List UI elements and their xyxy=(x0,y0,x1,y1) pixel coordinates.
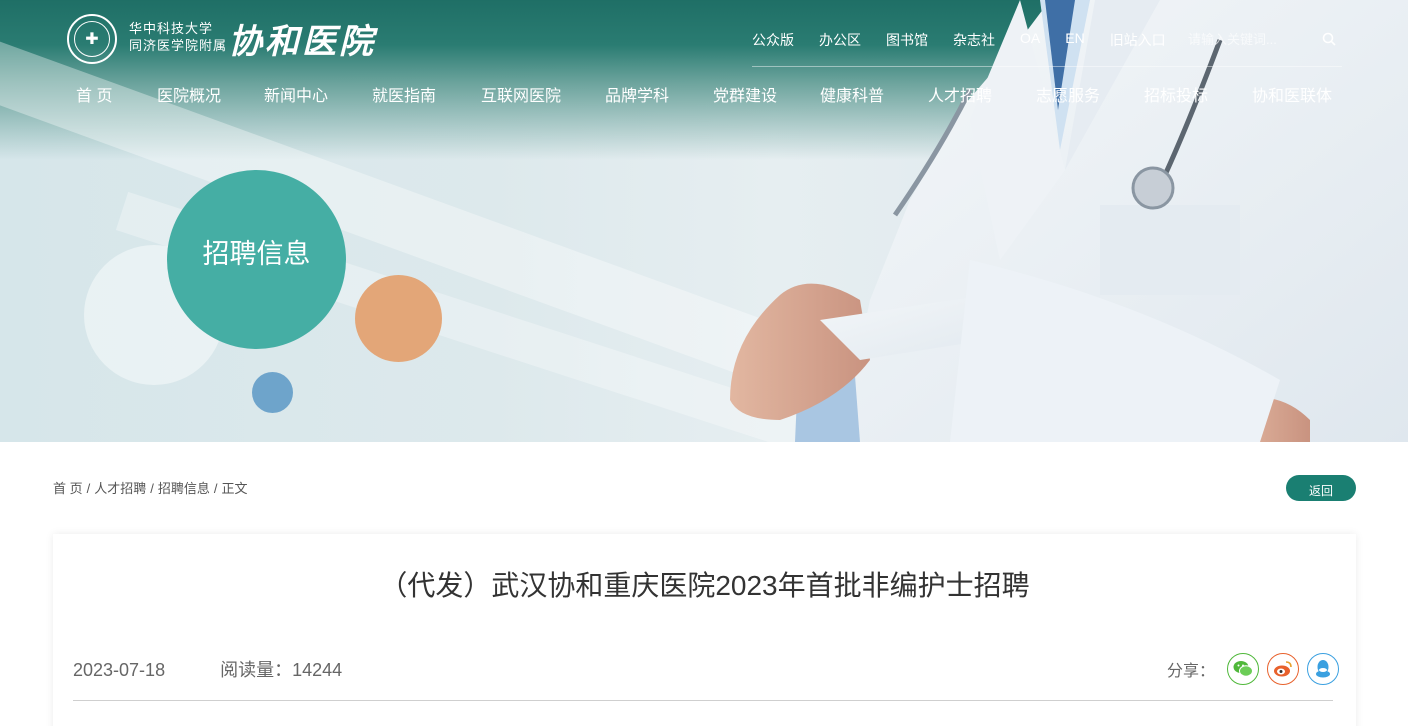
breadcrumb-separator: / xyxy=(150,481,154,496)
article-views: 阅读量：14244 xyxy=(220,660,343,680)
header-divider xyxy=(752,66,1342,67)
top-link-old-site[interactable]: 旧站入口 xyxy=(1110,30,1166,48)
logo-line1: 华中科技大学 xyxy=(129,21,214,36)
share-wechat-button[interactable] xyxy=(1227,653,1260,685)
decor-circle-blue xyxy=(252,372,293,413)
nav-guide[interactable]: 就医指南 xyxy=(372,82,436,106)
top-link-oa[interactable]: OA xyxy=(1020,30,1040,48)
qq-icon xyxy=(1316,660,1331,678)
article-date: 2023-07-18 xyxy=(73,660,166,680)
nav-news[interactable]: 新闻中心 xyxy=(264,82,328,106)
share-weibo-button[interactable] xyxy=(1267,653,1300,685)
decor-circle-orange xyxy=(355,275,442,362)
article-meta: 2023-07-18 阅读量：14244 xyxy=(73,656,342,682)
article-card: （代发）武汉协和重庆医院2023年首批非编护士招聘 2023-07-18 阅读量… xyxy=(53,534,1356,726)
banner: ✚ 华中科技大学 同济医学院附属 协和医院 公众版 办公区 图书馆 杂志社 OA… xyxy=(0,0,1408,442)
weibo-icon xyxy=(1274,661,1292,677)
breadcrumb: 首 页 / 人才招聘 / 招聘信息 / 正文 xyxy=(53,478,248,497)
nav-alliance[interactable]: 协和医联体 xyxy=(1252,82,1332,106)
logo-line2: 同济医学院附属 xyxy=(129,38,228,53)
search-box xyxy=(1188,29,1342,49)
hospital-emblem-icon[interactable]: ✚ xyxy=(67,14,117,64)
main-nav: 首 页 医院概况 新闻中心 就医指南 互联网医院 品牌学科 党群建设 健康科普 … xyxy=(0,82,1408,106)
back-button[interactable]: 返回 xyxy=(1286,475,1356,501)
breadcrumb-current: 正文 xyxy=(221,481,248,496)
top-links: 公众版 办公区 图书馆 杂志社 OA EN 旧站入口 xyxy=(752,30,1191,48)
article-title: （代发）武汉协和重庆医院2023年首批非编护士招聘 xyxy=(379,570,1030,601)
logo-text: 华中科技大学 同济医学院附属 xyxy=(129,20,227,54)
nav-party[interactable]: 党群建设 xyxy=(713,82,777,106)
top-link-journal[interactable]: 杂志社 xyxy=(953,30,995,48)
breadcrumb-home[interactable]: 首 页 xyxy=(53,481,83,496)
article-divider xyxy=(73,700,1333,701)
search-input[interactable] xyxy=(1188,31,1308,47)
breadcrumb-separator: / xyxy=(213,481,218,496)
wechat-icon xyxy=(1233,661,1254,677)
nav-internet-hospital[interactable]: 互联网医院 xyxy=(481,82,561,106)
logo-script[interactable]: 协和医院 xyxy=(228,14,376,63)
top-link-office[interactable]: 办公区 xyxy=(819,30,861,48)
nav-disciplines[interactable]: 品牌学科 xyxy=(605,82,669,106)
nav-health[interactable]: 健康科普 xyxy=(820,82,884,106)
share-qq-button[interactable] xyxy=(1307,653,1340,685)
nav-home[interactable]: 首 页 xyxy=(76,82,112,106)
top-link-public[interactable]: 公众版 xyxy=(752,30,794,48)
top-link-library[interactable]: 图书馆 xyxy=(886,30,928,48)
breadcrumb-separator: / xyxy=(86,481,91,496)
nav-about[interactable]: 医院概况 xyxy=(157,82,221,106)
nav-volunteer[interactable]: 志愿服务 xyxy=(1036,82,1100,106)
top-link-en[interactable]: EN xyxy=(1065,30,1084,48)
share-bar: 分享： xyxy=(1167,653,1347,685)
section-title-circle: 招聘信息 xyxy=(167,170,346,349)
search-icon[interactable] xyxy=(1322,32,1336,46)
share-label: 分享： xyxy=(1167,663,1216,680)
nav-bidding[interactable]: 招标投标 xyxy=(1144,82,1208,106)
breadcrumb-job-info[interactable]: 招聘信息 xyxy=(158,481,210,496)
breadcrumb-recruitment[interactable]: 人才招聘 xyxy=(94,481,146,496)
nav-recruitment[interactable]: 人才招聘 xyxy=(928,82,992,106)
section-title: 招聘信息 xyxy=(202,239,311,269)
